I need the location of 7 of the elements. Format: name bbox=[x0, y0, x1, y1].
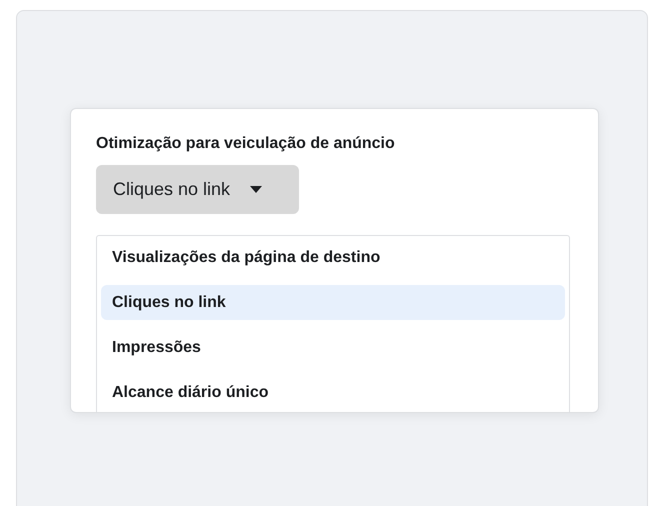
dropdown-option[interactable]: Cliques no link bbox=[101, 285, 565, 320]
dropdown-option[interactable]: Alcance diário único bbox=[101, 375, 565, 410]
field-label: Otimização para veiculação de anúncio bbox=[96, 134, 396, 154]
dropdown-option[interactable]: Visualizações da página de destino bbox=[101, 240, 565, 275]
caret-icon bbox=[250, 186, 262, 193]
dropdown-option[interactable]: Impressões bbox=[101, 330, 565, 365]
dropdown-button[interactable]: Cliques no link bbox=[96, 165, 299, 214]
